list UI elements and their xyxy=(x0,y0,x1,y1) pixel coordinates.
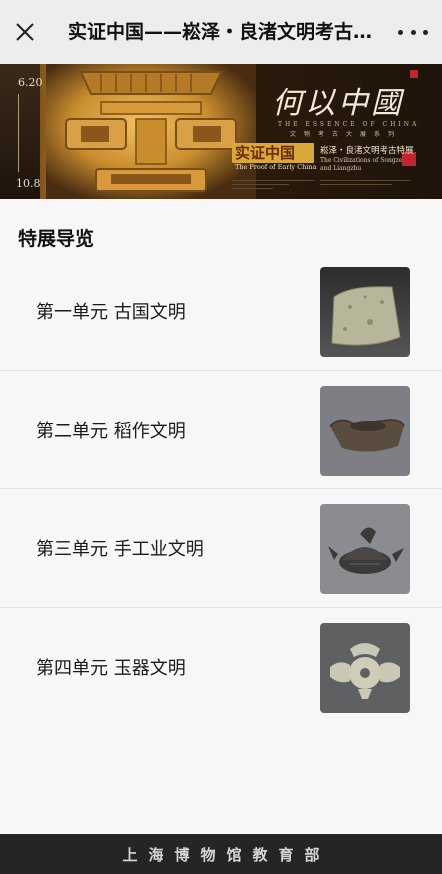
pottery-vessel-image xyxy=(320,504,410,594)
banner-exhibition-en-1: The Civilizations of Songze xyxy=(320,157,403,164)
banner-fineprint-right xyxy=(320,177,410,191)
pottery-boat-image xyxy=(320,386,410,476)
jade-mask-image xyxy=(46,64,256,199)
section-title: 特展导览 xyxy=(18,228,95,250)
banner-exhibition-en-2: and Liangzhu xyxy=(320,165,362,172)
banner-date-line xyxy=(18,94,19,172)
close-icon[interactable] xyxy=(10,17,40,47)
banner-fineprint xyxy=(232,177,314,191)
top-navbar: 实证中国——崧泽・良渚文明考古特展 xyxy=(0,0,442,64)
unit-label: 第三单元 手工业文明 xyxy=(36,539,204,560)
footer-bar: 上海博物馆教育部 xyxy=(0,834,442,874)
unit-item-3[interactable]: 第三单元 手工业文明 xyxy=(0,489,442,607)
banner-subtitle-en: THE ESSENCE OF CHINA xyxy=(278,121,420,128)
more-dots-icon[interactable] xyxy=(398,22,428,42)
banner-proof-cn: 实证中国 xyxy=(235,144,296,162)
banner-subtitle-cn: 文物考古大展系列 xyxy=(290,131,403,138)
stone-axe-image xyxy=(320,267,410,357)
unit-item-4[interactable]: 第四单元 玉器文明 xyxy=(0,608,442,726)
footer-text: 上海博物馆教育部 xyxy=(122,845,331,864)
unit-label: 第四单元 玉器文明 xyxy=(36,658,186,679)
banner-date-end: 10.8 xyxy=(16,177,41,190)
page-title: 实证中国——崧泽・良渚文明考古特展 xyxy=(68,21,378,43)
unit-label: 第二单元 稻作文明 xyxy=(36,421,186,442)
unit-item-2[interactable]: 第二单元 稻作文明 xyxy=(0,371,442,489)
banner-date-start: 6.20 xyxy=(18,76,43,89)
unit-item-1[interactable]: 第一单元 古国文明 xyxy=(0,252,442,370)
museum-logo-icon xyxy=(410,70,418,78)
jade-ornament-image xyxy=(320,623,410,713)
banner-title: 何以中國 xyxy=(272,86,404,121)
unit-label: 第一单元 古国文明 xyxy=(36,302,186,323)
banner-proof-en: The Proof of Early China xyxy=(235,163,317,171)
banner-exhibition-cn: 崧泽・良渚文明考古特展 xyxy=(320,146,414,156)
